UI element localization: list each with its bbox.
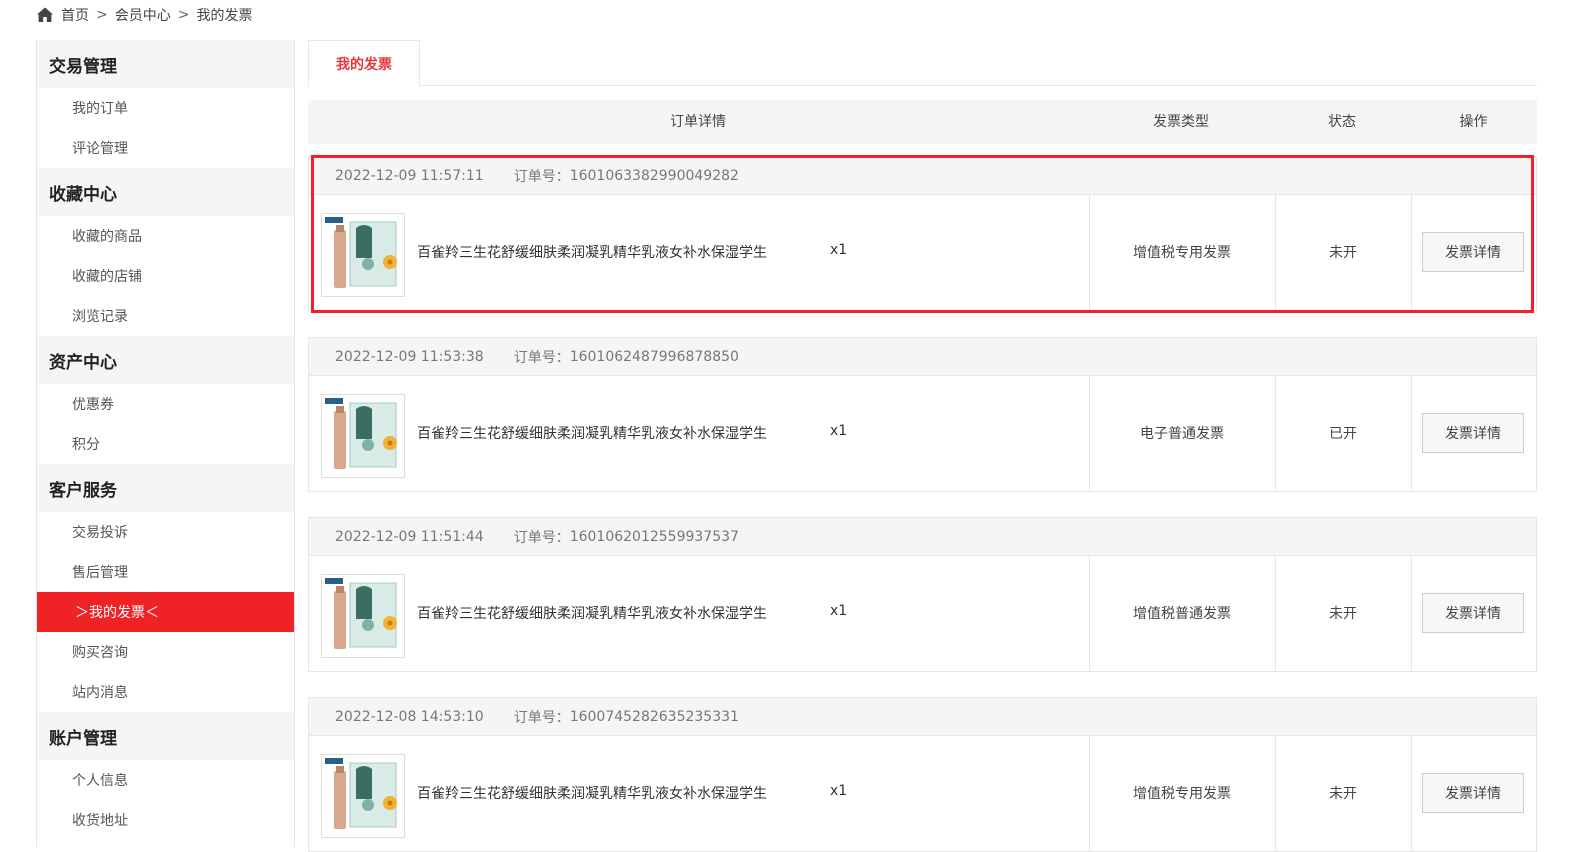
column-divider bbox=[1411, 376, 1412, 491]
sidebar-item-profile[interactable]: 个人信息 bbox=[37, 760, 294, 800]
product-quantity: x1 bbox=[830, 242, 848, 258]
breadcrumb-home-link[interactable]: 首页 bbox=[61, 5, 89, 25]
order-number: 1601062487996878850 bbox=[569, 348, 739, 365]
sidebar-item-fav-shops[interactable]: 收藏的店铺 bbox=[37, 256, 294, 296]
product-quantity: x1 bbox=[830, 423, 848, 439]
sidebar-item-coupons[interactable]: 优惠券 bbox=[37, 384, 294, 424]
invoice-detail-button[interactable]: 发票详情 bbox=[1422, 232, 1524, 272]
invoice-status: 已开 bbox=[1329, 426, 1357, 442]
product-image-icon bbox=[322, 575, 404, 657]
column-header-status: 状态 bbox=[1328, 114, 1356, 130]
invoice-type: 增值税普通发票 bbox=[1133, 606, 1231, 622]
sidebar-item-messages[interactable]: 站内消息 bbox=[37, 672, 294, 712]
sidebar-group-account: 账户管理 bbox=[37, 712, 294, 760]
column-header-type: 发票类型 bbox=[1153, 114, 1209, 130]
tab-my-invoices[interactable]: 我的发票 bbox=[308, 40, 420, 87]
invoice-status: 未开 bbox=[1329, 245, 1357, 261]
product-name[interactable]: 百雀羚三生花舒缓细肤柔润凝乳精华乳液女补水保湿学生 bbox=[417, 423, 767, 443]
home-icon[interactable] bbox=[36, 6, 54, 24]
invoice-status: 未开 bbox=[1329, 786, 1357, 802]
column-divider bbox=[1411, 556, 1412, 671]
invoice-type: 增值税专用发票 bbox=[1133, 245, 1231, 261]
column-divider bbox=[1411, 195, 1412, 310]
invoice-status: 未开 bbox=[1329, 606, 1357, 622]
order-body: 百雀羚三生花舒缓细肤柔润凝乳精华乳液女补水保湿学生 x1 增值税专用发票 未开 … bbox=[309, 736, 1536, 851]
invoice-detail-button[interactable]: 发票详情 bbox=[1422, 593, 1524, 633]
sidebar-item-my-orders[interactable]: 我的订单 bbox=[37, 88, 294, 128]
breadcrumb-current: 我的发票 bbox=[196, 8, 253, 24]
sidebar-item-history[interactable]: 浏览记录 bbox=[37, 296, 294, 336]
order-header: 2022-12-09 11:57:11 订单号： 160106338299004… bbox=[309, 157, 1536, 195]
sidebar-group-service: 客户服务 bbox=[37, 464, 294, 512]
product-quantity: x1 bbox=[830, 603, 848, 619]
sidebar-item-my-invoices[interactable]: ＞我的发票＜ bbox=[37, 592, 294, 632]
invoice-type: 增值税专用发票 bbox=[1133, 786, 1231, 802]
order-header: 2022-12-08 14:53:10 订单号： 160074528263523… bbox=[309, 698, 1536, 736]
order-body: 百雀羚三生花舒缓细肤柔润凝乳精华乳液女补水保湿学生 x1 增值税专用发票 未开 … bbox=[309, 195, 1536, 310]
order-date: 2022-12-09 11:53:38 bbox=[335, 348, 484, 365]
order-date: 2022-12-09 11:57:11 bbox=[335, 167, 484, 184]
product-image-icon bbox=[322, 755, 404, 837]
invoice-detail-button[interactable]: 发票详情 bbox=[1422, 413, 1524, 453]
order-number-label: 订单号： bbox=[513, 349, 570, 366]
breadcrumb-separator: > bbox=[177, 7, 190, 23]
sidebar-group-trade: 交易管理 bbox=[37, 40, 294, 88]
column-divider bbox=[1411, 736, 1412, 851]
sidebar-item-fav-products[interactable]: 收藏的商品 bbox=[37, 216, 294, 256]
sidebar-item-complaints[interactable]: 交易投诉 bbox=[37, 512, 294, 552]
order-row: 2022-12-09 11:53:38 订单号： 160106248799687… bbox=[308, 337, 1537, 492]
order-number-label: 订单号： bbox=[513, 709, 570, 726]
product-quantity: x1 bbox=[830, 783, 848, 799]
product-name[interactable]: 百雀羚三生花舒缓细肤柔润凝乳精华乳液女补水保湿学生 bbox=[417, 783, 767, 803]
sidebar-item-reviews[interactable]: 评论管理 bbox=[37, 128, 294, 168]
order-number: 1601062012559937537 bbox=[569, 528, 739, 545]
sidebar-group-favorites: 收藏中心 bbox=[37, 168, 294, 216]
order-body: 百雀羚三生花舒缓细肤柔润凝乳精华乳液女补水保湿学生 x1 电子普通发票 已开 发… bbox=[309, 376, 1536, 491]
sidebar: 交易管理 我的订单 评论管理 收藏中心 收藏的商品 收藏的店铺 浏览记录 资产中… bbox=[36, 40, 295, 847]
order-row: 2022-12-09 11:57:11 订单号： 160106338299004… bbox=[308, 156, 1537, 311]
product-thumbnail[interactable] bbox=[321, 574, 405, 658]
invoice-type: 电子普通发票 bbox=[1140, 426, 1224, 442]
order-number: 1600745282635235331 bbox=[569, 708, 739, 725]
product-thumbnail[interactable] bbox=[321, 394, 405, 478]
sidebar-item-inquiries[interactable]: 购买咨询 bbox=[37, 632, 294, 672]
order-row: 2022-12-09 11:51:44 订单号： 160106201255993… bbox=[308, 517, 1537, 672]
product-name[interactable]: 百雀羚三生花舒缓细肤柔润凝乳精华乳液女补水保湿学生 bbox=[417, 242, 767, 262]
sidebar-group-assets: 资产中心 bbox=[37, 336, 294, 384]
breadcrumb: 首页 > 会员中心 > 我的发票 bbox=[36, 4, 252, 26]
order-date: 2022-12-08 14:53:10 bbox=[335, 708, 484, 725]
order-number: 1601063382990049282 bbox=[569, 167, 739, 184]
product-thumbnail[interactable] bbox=[321, 754, 405, 838]
product-image-icon bbox=[322, 395, 404, 477]
order-number-label: 订单号： bbox=[513, 168, 570, 185]
sidebar-item-addresses[interactable]: 收货地址 bbox=[37, 800, 294, 840]
order-row: 2022-12-08 14:53:10 订单号： 160074528263523… bbox=[308, 697, 1537, 852]
product-image-icon bbox=[322, 214, 404, 296]
order-header: 2022-12-09 11:53:38 订单号： 160106248799687… bbox=[309, 338, 1536, 376]
order-body: 百雀羚三生花舒缓细肤柔润凝乳精华乳液女补水保湿学生 x1 增值税普通发票 未开 … bbox=[309, 556, 1536, 671]
order-number-label: 订单号： bbox=[513, 529, 570, 546]
order-date: 2022-12-09 11:51:44 bbox=[335, 528, 484, 545]
sidebar-item-after-sales[interactable]: 售后管理 bbox=[37, 552, 294, 592]
sidebar-item-points[interactable]: 积分 bbox=[37, 424, 294, 464]
product-thumbnail[interactable] bbox=[321, 213, 405, 297]
order-header: 2022-12-09 11:51:44 订单号： 160106201255993… bbox=[309, 518, 1536, 556]
tab-bar: 我的发票 bbox=[308, 40, 1537, 87]
column-header-action: 操作 bbox=[1459, 114, 1488, 130]
breadcrumb-member-link[interactable]: 会员中心 bbox=[115, 5, 171, 25]
table-header: 订单详情 发票类型 状态 操作 bbox=[308, 100, 1537, 144]
invoice-detail-button[interactable]: 发票详情 bbox=[1422, 773, 1524, 813]
breadcrumb-separator: > bbox=[96, 7, 108, 23]
column-header-detail: 订单详情 bbox=[670, 114, 726, 130]
product-name[interactable]: 百雀羚三生花舒缓细肤柔润凝乳精华乳液女补水保湿学生 bbox=[417, 603, 767, 623]
